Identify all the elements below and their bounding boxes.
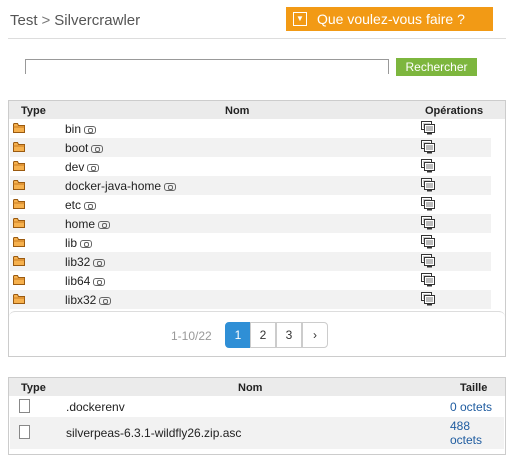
file-icon: [19, 399, 30, 413]
operations-icon[interactable]: [421, 121, 435, 135]
folder-name-text: dev: [65, 160, 85, 174]
files-table-header: Type Nom Taille: [9, 378, 505, 396]
folder-row[interactable]: lib: [10, 233, 491, 252]
permalink-icon[interactable]: [84, 125, 97, 134]
file-name[interactable]: silverpeas-6.3.1-wildfly26.zip.asc: [66, 426, 241, 440]
folder-name-text: lib64: [65, 274, 91, 288]
folder-icon: [13, 255, 25, 266]
permalink-icon[interactable]: [99, 296, 112, 305]
folder-icon: [13, 217, 25, 228]
file-row[interactable]: .dockerenv 0 octets: [10, 396, 504, 417]
operations-icon[interactable]: [421, 159, 435, 173]
folder-name-text: docker-java-home: [65, 179, 162, 193]
permalink-icon[interactable]: [164, 182, 177, 191]
operations-icon[interactable]: [421, 197, 435, 211]
file-size[interactable]: 0 octets: [450, 400, 492, 414]
pagination: 1-10/22 1 2 3 ›: [9, 311, 505, 358]
search-field[interactable]: [25, 59, 389, 75]
permalink-icon[interactable]: [98, 220, 111, 229]
operations-icon[interactable]: [421, 273, 435, 287]
folder-icon: [13, 179, 25, 190]
search-button[interactable]: Rechercher: [396, 58, 477, 76]
permalink-icon[interactable]: [84, 201, 97, 210]
folder-icon: [13, 141, 25, 152]
permalink-icon[interactable]: [91, 144, 104, 153]
operations-icon[interactable]: [421, 254, 435, 268]
folder-name-text: lib: [65, 236, 78, 250]
permalink-icon[interactable]: [93, 258, 106, 267]
file-icon: [19, 425, 30, 439]
folder-name-text: lib32: [65, 255, 91, 269]
folder-row[interactable]: lib64: [10, 271, 491, 290]
actions-menu-label: Que voulez-vous faire ?: [317, 11, 465, 27]
next-page-button[interactable]: ›: [302, 322, 328, 348]
actions-menu-button[interactable]: ▼ Que voulez-vous faire ?: [286, 7, 493, 31]
folder-row[interactable]: dev: [10, 157, 491, 176]
folder-name[interactable]: lib32: [65, 255, 106, 269]
permalink-icon[interactable]: [87, 163, 100, 172]
folder-row[interactable]: libx32: [10, 290, 491, 309]
folders-panel: Type Nom Opérations bin boot dev docker-jav…: [8, 100, 506, 357]
folder-name[interactable]: home: [65, 217, 111, 231]
folder-name[interactable]: bin: [65, 122, 97, 136]
pagination-range: 1-10/22: [171, 329, 212, 343]
page-2-button[interactable]: 2: [250, 322, 276, 348]
folder-row[interactable]: bin: [10, 119, 491, 138]
breadcrumb: Test > Silvercrawler: [10, 12, 140, 29]
operations-icon[interactable]: [421, 140, 435, 154]
file-size-value: 488: [450, 419, 471, 433]
folders-table-header: Type Nom Opérations: [9, 101, 505, 119]
operations-icon[interactable]: [421, 216, 435, 230]
operations-icon[interactable]: [421, 235, 435, 249]
folder-row[interactable]: docker-java-home: [10, 176, 491, 195]
operations-icon[interactable]: [421, 178, 435, 192]
search-input[interactable]: [26, 61, 388, 75]
col-name: Nom: [238, 382, 263, 394]
permalink-icon[interactable]: [80, 239, 93, 248]
folder-name[interactable]: dev: [65, 160, 100, 174]
folder-icon: [13, 293, 25, 304]
folder-icon: [13, 236, 25, 247]
file-row[interactable]: silverpeas-6.3.1-wildfly26.zip.asc 488 oc…: [10, 417, 504, 449]
folder-icon: [13, 274, 25, 285]
page-3-button[interactable]: 3: [276, 322, 302, 348]
folder-row[interactable]: boot: [10, 138, 491, 157]
folder-name-text: etc: [65, 198, 82, 212]
permalink-icon[interactable]: [93, 277, 106, 286]
folder-name[interactable]: libx32: [65, 293, 112, 307]
page-1-button[interactable]: 1: [225, 322, 251, 348]
file-size[interactable]: 488 octets: [450, 419, 482, 447]
file-size-value: 0 octets: [450, 400, 493, 414]
header-divider: [8, 38, 506, 39]
folder-name[interactable]: etc: [65, 198, 97, 212]
folder-name-text: home: [65, 217, 96, 231]
col-type: Type: [21, 105, 46, 117]
folder-name[interactable]: lib64: [65, 274, 106, 288]
col-name: Nom: [225, 105, 250, 117]
operations-icon[interactable]: [421, 292, 435, 306]
folder-name[interactable]: docker-java-home: [65, 179, 177, 193]
dropdown-arrow-icon: ▼: [293, 12, 307, 26]
files-panel: Type Nom Taille .dockerenv 0 octets silv…: [8, 377, 506, 455]
file-size-unit: octets: [450, 433, 483, 447]
folder-icon: [13, 160, 25, 171]
folder-row[interactable]: etc: [10, 195, 491, 214]
folder-name-text: bin: [65, 122, 82, 136]
file-name[interactable]: .dockerenv: [66, 400, 125, 414]
folder-icon: [13, 122, 25, 133]
col-operations: Opérations: [425, 105, 484, 117]
breadcrumb-current: Silvercrawler: [54, 12, 141, 29]
folder-name-text: boot: [65, 141, 89, 155]
col-size: Taille: [460, 382, 488, 394]
folder-icon: [13, 198, 25, 209]
folder-name[interactable]: boot: [65, 141, 104, 155]
folder-row[interactable]: home: [10, 214, 491, 233]
breadcrumb-root[interactable]: Test: [10, 12, 38, 29]
folder-name-text: libx32: [65, 293, 97, 307]
breadcrumb-separator: >: [41, 12, 51, 29]
folder-name[interactable]: lib: [65, 236, 93, 250]
col-type: Type: [21, 382, 46, 394]
folder-row[interactable]: lib32: [10, 252, 491, 271]
